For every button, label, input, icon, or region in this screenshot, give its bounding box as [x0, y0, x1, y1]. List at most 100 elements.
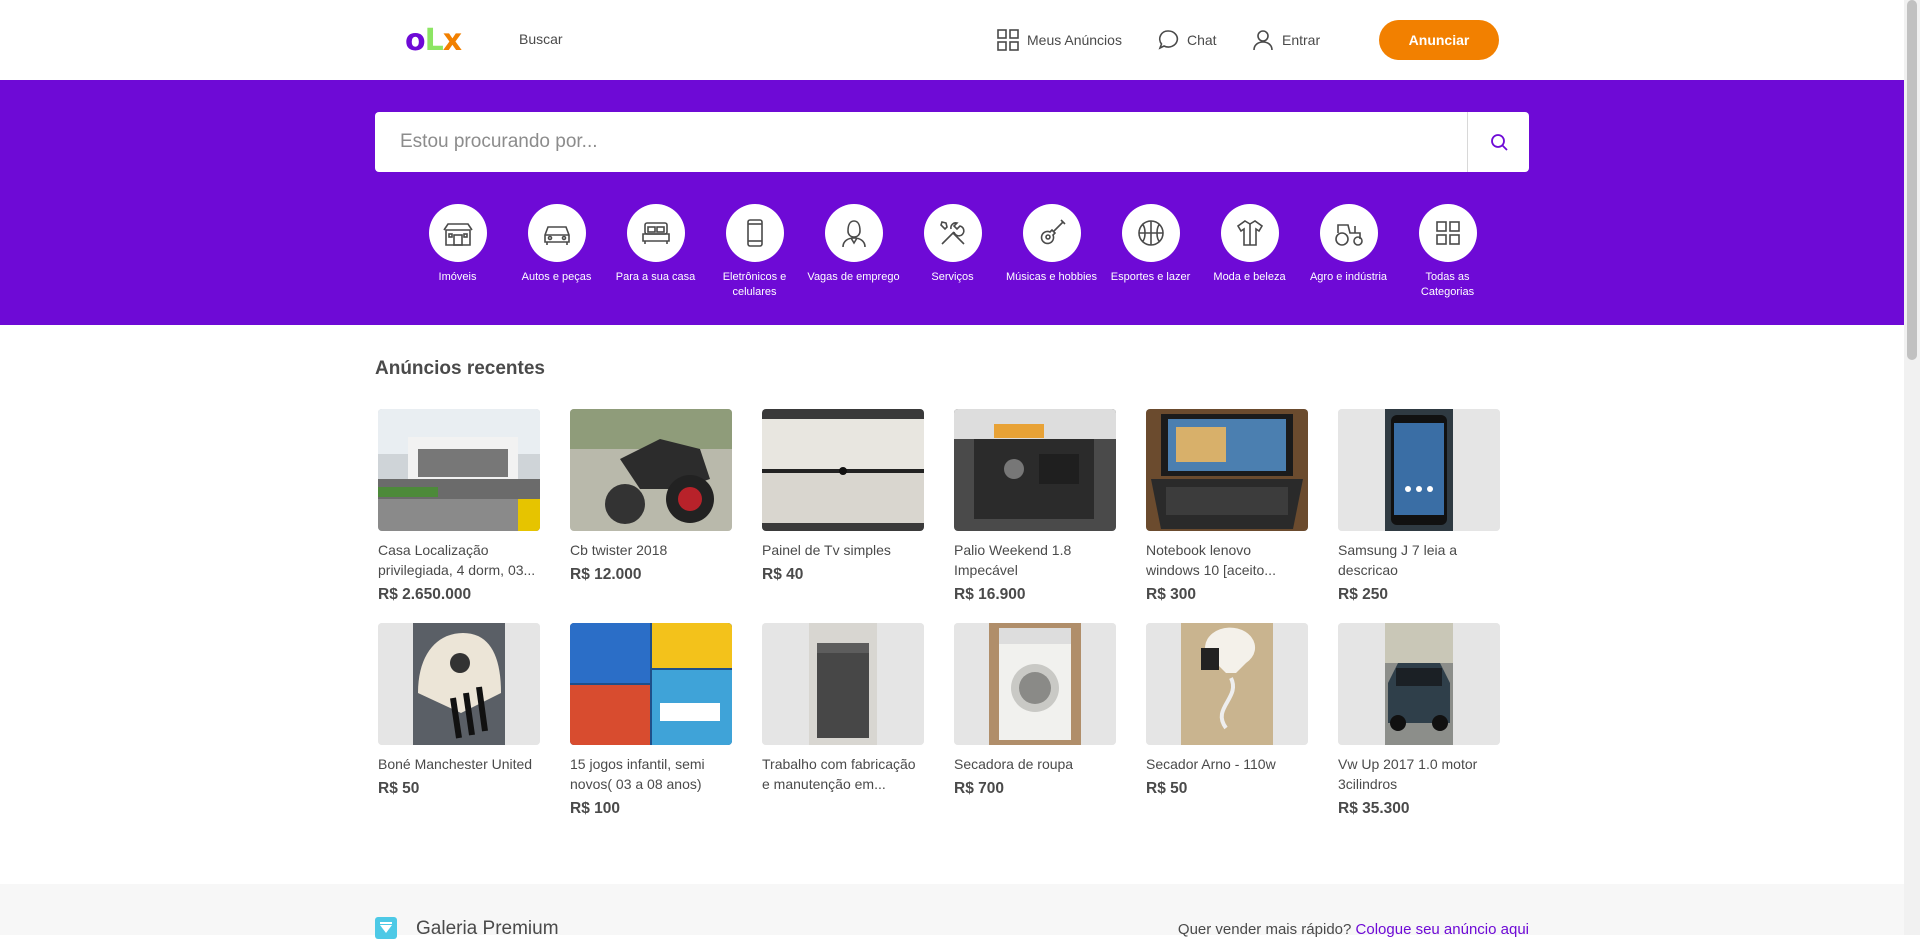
category-vagas[interactable]: Vagas de emprego: [804, 204, 903, 300]
ad-title[interactable]: Samsung J 7 leia a descricao: [1338, 540, 1500, 580]
ad-title[interactable]: Trabalho com fabricação e manutenção em.…: [762, 754, 924, 794]
category-label: Para a sua casa: [615, 271, 696, 283]
ad-price: R$ 35.300: [1338, 800, 1410, 817]
person-icon: [841, 220, 866, 248]
ad-price: R$ 12.000: [570, 566, 642, 583]
category-label: Vagas de emprego: [807, 271, 900, 283]
category-eletronicos[interactable]: Eletrônicos e celulares: [705, 204, 804, 300]
category-label: Imóveis: [438, 271, 477, 283]
ad-card[interactable]: Boné Manchester United R$ 50: [378, 623, 540, 837]
category-casa[interactable]: Para a sua casa: [606, 204, 705, 300]
ad-title[interactable]: Casa Localização privilegiada, 4 dorm, 0…: [378, 540, 540, 580]
chat-link[interactable]: Chat: [1157, 29, 1217, 51]
user-icon: [1253, 30, 1273, 51]
category-label: Eletrônicos e celulares: [722, 271, 787, 298]
ad-card[interactable]: Secadora de roupa R$ 700: [954, 623, 1116, 837]
ad-title[interactable]: Boné Manchester United: [378, 754, 540, 774]
ad-price: R$ 16.900: [954, 586, 1026, 603]
ad-image-house[interactable]: [378, 409, 540, 531]
category-todas[interactable]: Todas as Categorias: [1398, 204, 1497, 300]
category-label: Agro e indústria: [1309, 271, 1388, 283]
search-input[interactable]: [375, 112, 1467, 172]
category-label: Moda e beleza: [1213, 271, 1286, 283]
ad-title[interactable]: Palio Weekend 1.8 Impecável: [954, 540, 1116, 580]
login-link[interactable]: Entrar: [1252, 29, 1320, 51]
category-esportes[interactable]: Esportes e lazer: [1101, 204, 1200, 300]
recent-ads-grid: Casa Localização privilegiada, 4 dorm, 0…: [378, 409, 1530, 837]
chat-label: Chat: [1187, 32, 1217, 48]
ad-card[interactable]: Samsung J 7 leia a descricao R$ 250: [1338, 409, 1500, 623]
ad-title[interactable]: 15 jogos infantil, semi novos( 03 a 08 a…: [570, 754, 732, 794]
category-servicos[interactable]: Serviços: [903, 204, 1002, 300]
premium-title: Galeria Premium: [416, 918, 559, 939]
category-autos[interactable]: Autos e peças: [507, 204, 606, 300]
my-ads-label: Meus Anúncios: [1027, 32, 1122, 48]
search-link[interactable]: Buscar: [519, 31, 563, 47]
category-musicas[interactable]: Músicas e hobbies: [1002, 204, 1101, 300]
ad-card[interactable]: Notebook lenovo windows 10 [aceito... R$…: [1146, 409, 1308, 623]
guitar-icon: [1040, 219, 1066, 245]
ball-icon: [1137, 220, 1164, 246]
premium-gallery-section: Galeria Premium Quer vender mais rápido?…: [0, 884, 1904, 939]
ad-image-dryer[interactable]: [954, 623, 1116, 745]
ad-title[interactable]: Secadora de roupa: [954, 754, 1116, 774]
ad-price: R$ 250: [1338, 586, 1388, 603]
premium-cta: Quer vender mais rápido? Cologue seu anú…: [1178, 921, 1529, 938]
search-button[interactable]: [1467, 112, 1529, 172]
hero-band: Imóveis Autos e peças Para a sua casa El…: [0, 80, 1904, 325]
category-imoveis[interactable]: Imóveis: [408, 204, 507, 300]
category-label: Músicas e hobbies: [1005, 271, 1098, 283]
search-bar: [375, 112, 1529, 172]
ad-price: R$ 700: [954, 780, 1004, 797]
ad-title[interactable]: Secador Arno - 110w: [1146, 754, 1308, 774]
ad-card[interactable]: Cb twister 2018 R$ 12.000: [570, 409, 732, 623]
house-icon: [442, 223, 473, 246]
ad-card[interactable]: Casa Localização privilegiada, 4 dorm, 0…: [378, 409, 540, 623]
premium-link[interactable]: Cologue seu anúncio aqui: [1356, 921, 1529, 938]
my-ads-link[interactable]: Meus Anúncios: [997, 29, 1122, 51]
recent-ads-title: Anúncios recentes: [375, 358, 545, 379]
grid-icon: [1435, 221, 1460, 245]
ad-image-motorcycle[interactable]: [570, 409, 732, 531]
ad-card[interactable]: Painel de Tv simples R$ 40: [762, 409, 924, 623]
ad-image-tv-panel[interactable]: [762, 409, 924, 531]
ad-price: R$ 2.650.000: [378, 586, 472, 603]
ad-price: R$ 300: [1146, 586, 1196, 603]
olx-logo[interactable]: oLx: [405, 26, 462, 56]
ad-card[interactable]: Trabalho com fabricação e manutenção em.…: [762, 623, 924, 837]
post-ad-button[interactable]: Anunciar: [1379, 20, 1499, 60]
ad-card[interactable]: 15 jogos infantil, semi novos( 03 a 08 a…: [570, 623, 732, 837]
ad-title[interactable]: Painel de Tv simples: [762, 540, 924, 560]
top-header: oLx Buscar Meus Anúncios Chat Entrar Anu…: [0, 0, 1920, 80]
ad-image-hair-dryer[interactable]: [1146, 623, 1308, 745]
ad-image-smartphone[interactable]: [1338, 409, 1500, 531]
category-label: Esportes e lazer: [1110, 271, 1191, 283]
ad-title[interactable]: Notebook lenovo windows 10 [aceito...: [1146, 540, 1308, 580]
ad-price: R$ 40: [762, 566, 804, 583]
ad-image-car[interactable]: [1338, 623, 1500, 745]
premium-icon: [375, 917, 397, 939]
ad-price: R$ 100: [570, 800, 620, 817]
ad-image-cap[interactable]: [378, 623, 540, 745]
ad-title[interactable]: Cb twister 2018: [570, 540, 732, 560]
ad-image-machine[interactable]: [762, 623, 924, 745]
ad-image-board-games[interactable]: [570, 623, 732, 745]
ad-price: R$ 50: [1146, 780, 1188, 797]
category-label: Autos e peças: [521, 271, 592, 283]
search-icon: [1490, 134, 1508, 151]
grid-icon: [997, 29, 1019, 51]
scrollbar-thumb[interactable]: [1907, 0, 1917, 360]
ad-card[interactable]: Secador Arno - 110w R$ 50: [1146, 623, 1308, 837]
ad-image-car-engine[interactable]: [954, 409, 1116, 531]
bed-icon: [641, 222, 670, 244]
category-agro[interactable]: Agro e indústria: [1299, 204, 1398, 300]
car-icon: [543, 226, 570, 245]
ad-title[interactable]: Vw Up 2017 1.0 motor 3cilindros: [1338, 754, 1500, 794]
login-label: Entrar: [1282, 32, 1321, 48]
category-moda[interactable]: Moda e beleza: [1200, 204, 1299, 300]
ad-image-notebook[interactable]: [1146, 409, 1308, 531]
ad-card[interactable]: Palio Weekend 1.8 Impecável R$ 16.900: [954, 409, 1116, 623]
scrollbar[interactable]: [1904, 0, 1920, 935]
chat-icon: [1158, 30, 1179, 50]
ad-card[interactable]: Vw Up 2017 1.0 motor 3cilindros R$ 35.30…: [1338, 623, 1500, 837]
